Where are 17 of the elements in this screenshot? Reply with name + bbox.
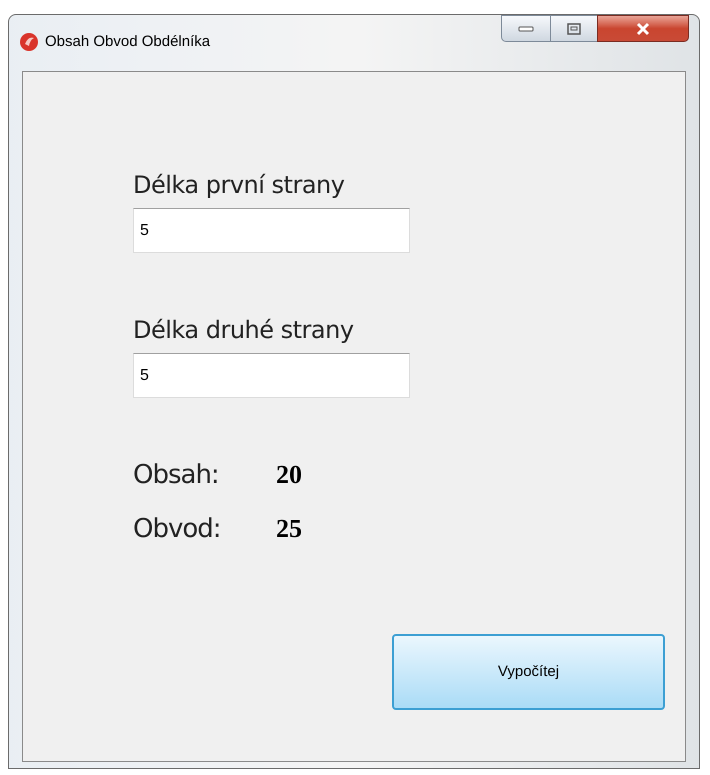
- app-icon: [19, 32, 39, 52]
- calculate-button[interactable]: Vypočítej: [392, 634, 665, 710]
- minimize-button[interactable]: [501, 15, 551, 42]
- input-field[interactable]: 5: [133, 208, 410, 253]
- result-value: 20: [276, 460, 302, 490]
- maximize-icon: [567, 22, 581, 34]
- maximize-button[interactable]: [551, 15, 597, 42]
- field-label: Délka druhé strany: [133, 315, 355, 345]
- result-label: Obsah:: [133, 460, 220, 490]
- input-field[interactable]: 5: [133, 353, 410, 398]
- close-icon: [635, 22, 651, 36]
- field-label: Délka první strany: [133, 170, 346, 200]
- result-label: Obvod:: [133, 514, 222, 544]
- result-value: 25: [276, 514, 302, 544]
- close-button[interactable]: [597, 15, 689, 42]
- minimize-icon: [518, 26, 534, 32]
- window-title: Obsah Obvod Obdélníka: [45, 32, 210, 52]
